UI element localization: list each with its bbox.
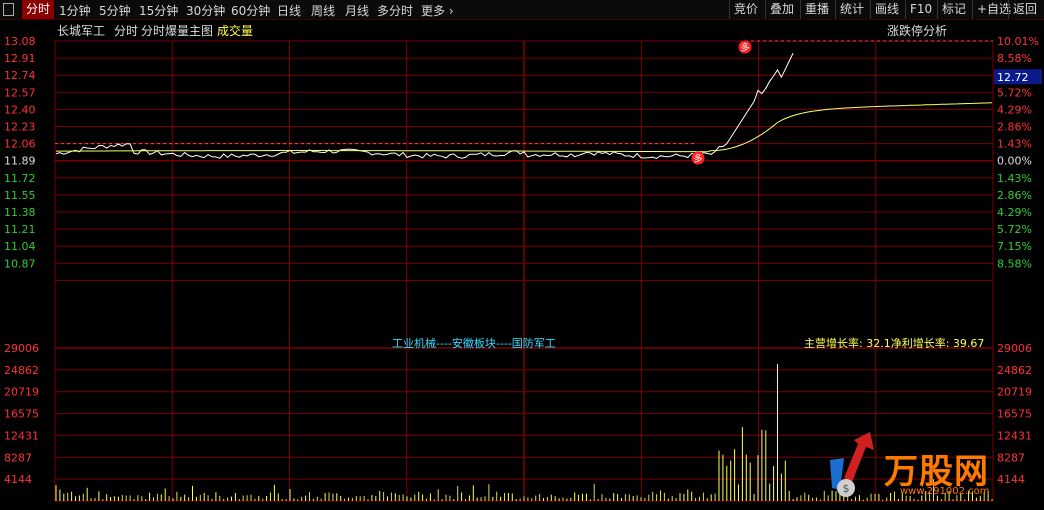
baoliang-label: 分时爆量主图 [141, 24, 214, 38]
pct-tick-label: 1.43% [997, 138, 1032, 151]
volume-tick-label: 12431 [4, 429, 39, 442]
pct-tick-label: 7.15% [997, 240, 1032, 253]
price-tick-label: 10.87 [4, 257, 36, 270]
volume-tick-label: 16575 [4, 408, 39, 421]
limit-analysis-button[interactable]: 涨跌停分析 [887, 22, 947, 39]
watermark-url: www.291002.com [900, 486, 990, 497]
price-tick-label: 11.89 [4, 155, 36, 168]
sector-annotation: 工业机械----安徽板块----国防军工 [392, 337, 556, 350]
pct-tick-label: 1.43% [997, 172, 1032, 185]
price-tick-label: 13.08 [4, 35, 36, 48]
pct-tick-label: 2.86% [997, 189, 1032, 202]
pct-tick-label: 2.86% [997, 121, 1032, 134]
price-tick-label: 11.55 [4, 189, 36, 202]
pct-tick-label: 4.29% [997, 103, 1032, 116]
price-tick-label: 12.40 [4, 103, 36, 116]
volume-tick-label: 4144 [4, 473, 32, 486]
price-tick-label: 11.21 [4, 223, 36, 236]
pct-tick-label: 10.01% [997, 35, 1039, 48]
volume-right-tick-label: 20719 [997, 386, 1032, 399]
current-price-label: 12.72 [997, 71, 1029, 84]
fenshi-label: 分时 [114, 24, 139, 38]
pct-tick-label: 8.58% [997, 257, 1032, 270]
pct-tick-label: 5.72% [997, 223, 1032, 236]
signal-marker-label: 多 [693, 153, 702, 165]
volume-tick-label: 8287 [4, 451, 32, 464]
volume-right-tick-label: 24862 [997, 364, 1032, 377]
price-tick-label: 12.57 [4, 86, 36, 99]
volume-tick-label: 29006 [4, 342, 39, 355]
price-tick-label: 12.91 [4, 52, 36, 65]
price-tick-label: 12.74 [4, 69, 36, 82]
price-line [55, 52, 794, 160]
price-tick-label: 11.04 [4, 240, 36, 253]
svg-text:$: $ [843, 482, 850, 495]
pct-tick-label: 4.29% [997, 206, 1032, 219]
watermark-logo: $ 万股网 www.291002.com [822, 430, 1022, 510]
price-tick-label: 11.38 [4, 206, 36, 219]
volume-label: 成交量 [217, 24, 254, 38]
signal-marker-label: 多 [740, 42, 749, 54]
pct-tick-label: 8.58% [997, 52, 1032, 65]
volume-right-tick-label: 29006 [997, 342, 1032, 355]
logo-arrow-icon: $ [830, 432, 874, 497]
price-tick-label: 12.23 [4, 121, 36, 134]
pct-tick-label: 0.00% [997, 155, 1032, 168]
growth-annotation: 主营增长率: 32.1净利增长率: 39.67 [804, 337, 985, 350]
price-tick-label: 12.06 [4, 138, 36, 151]
volume-tick-label: 20719 [4, 386, 39, 399]
stock-name: 长城军工 [57, 24, 106, 38]
volume-tick-label: 24862 [4, 364, 39, 377]
pct-tick-label: 5.72% [997, 86, 1032, 99]
price-tick-label: 11.72 [4, 172, 36, 185]
volume-right-tick-label: 16575 [997, 408, 1032, 421]
